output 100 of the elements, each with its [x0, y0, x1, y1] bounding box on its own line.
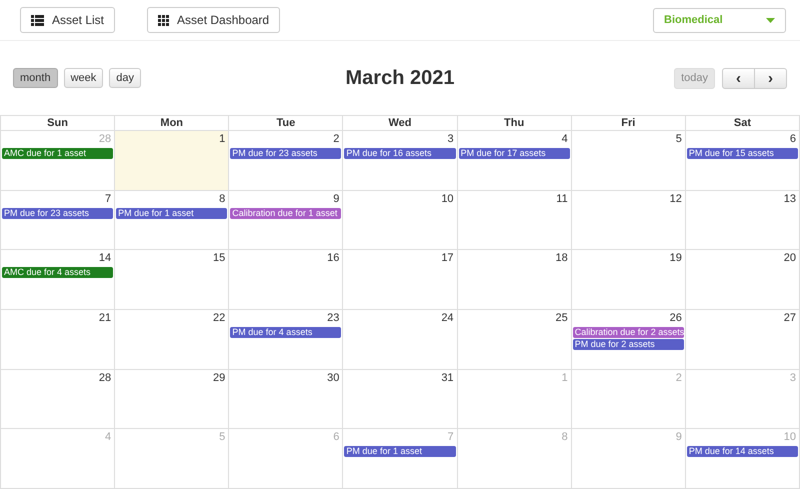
day-number: 29	[212, 370, 226, 386]
view-button[interactable]: month	[13, 68, 58, 88]
day-cell[interactable]: 30	[229, 370, 344, 430]
day-number: 2	[332, 132, 340, 147]
nav-button[interactable]: Asset List	[20, 7, 116, 33]
day-number: 22	[212, 311, 226, 326]
day-cell[interactable]: 27	[686, 310, 800, 370]
day-cell[interactable]: 18	[458, 250, 572, 310]
day-number: 24	[440, 311, 455, 326]
calendar-event[interactable]: PM due for 2 assets	[572, 339, 684, 350]
day-number: 4	[104, 430, 112, 446]
select-value: Biomedical	[664, 14, 723, 26]
day-number: 1	[218, 132, 226, 147]
list-icon	[31, 14, 44, 26]
calendar-event[interactable]: PM due for 17 assets	[458, 148, 570, 159]
day-number: 7	[446, 430, 455, 446]
day-cell[interactable]: 29	[115, 370, 230, 430]
calendar-event[interactable]: Calibration due for 2 assets	[572, 327, 684, 338]
day-number: 3	[788, 370, 797, 386]
day-cell[interactable]: 28 AMC due for 1 asset	[1, 131, 116, 191]
day-number: 13	[782, 192, 797, 207]
day-number: 9	[332, 192, 340, 207]
day-cell[interactable]: 31	[343, 370, 458, 430]
month-title: March 2021	[346, 66, 454, 90]
day-number: 26	[668, 311, 683, 326]
day-cell[interactable]: 23 PM due for 4 assets	[229, 310, 344, 370]
calendar-event[interactable]: Calibration due for 1 asset	[230, 208, 342, 219]
day-number: 7	[104, 192, 112, 207]
day-number: 6	[788, 132, 797, 147]
day-number: 25	[554, 311, 569, 326]
day-cell[interactable]: 21	[1, 310, 116, 370]
day-cell[interactable]: 4 PM due for 17 assets	[458, 131, 572, 191]
day-cell[interactable]: 1	[115, 131, 230, 191]
calendar-event[interactable]: PM due for 1 asset	[116, 208, 228, 219]
day-cell[interactable]: 14 AMC due for 4 assets	[1, 250, 116, 310]
next-button[interactable]: ›	[754, 68, 787, 88]
day-number: 16	[326, 251, 340, 266]
day-cell[interactable]: 6 PM due for 15 assets	[686, 131, 800, 191]
day-number: 21	[98, 311, 112, 326]
calendar-event[interactable]: PM due for 1 asset	[344, 446, 456, 458]
day-cell[interactable]: 8 PM due for 1 asset	[115, 190, 230, 250]
day-number: 14	[98, 251, 112, 266]
day-cell[interactable]: 25	[458, 310, 572, 370]
day-number: 1	[560, 370, 569, 386]
day-number: 20	[782, 251, 797, 266]
day-number: 17	[440, 251, 455, 266]
day-number: 19	[668, 251, 683, 266]
day-cell[interactable]: 3 PM due for 16 assets	[343, 131, 458, 191]
day-cell[interactable]: 22	[115, 310, 230, 370]
day-cell[interactable]: 2 PM due for 23 assets	[229, 131, 344, 191]
day-cell[interactable]: 10	[343, 190, 458, 250]
view-button[interactable]: day	[109, 68, 142, 88]
day-cell[interactable]: 16	[229, 250, 344, 310]
day-cell[interactable]: 9 Calibration due for 1 asset	[229, 190, 344, 250]
day-number: 30	[326, 370, 340, 386]
calendar-event[interactable]: PM due for 14 assets	[686, 446, 798, 458]
day-cell[interactable]: 20	[686, 250, 800, 310]
caret-icon	[766, 18, 775, 22]
day-cell[interactable]: 15	[115, 250, 230, 310]
day-number: 28	[98, 132, 112, 147]
grid-icon	[158, 14, 170, 26]
day-cell[interactable]: 5	[572, 131, 686, 191]
day-cell[interactable]: 17	[343, 250, 458, 310]
day-number: 5	[674, 132, 683, 147]
day-cell[interactable]: 24	[343, 310, 458, 370]
previous-button[interactable]: ‹	[722, 68, 755, 88]
day-number: 27	[782, 311, 797, 326]
day-number: 28	[98, 370, 112, 386]
day-cell[interactable]: 19	[572, 250, 686, 310]
view-button[interactable]: week	[64, 68, 104, 88]
day-cell[interactable]: 7 PM due for 1 asset	[343, 429, 458, 489]
day-number: 11	[555, 192, 569, 207]
calendar-event[interactable]: PM due for 23 assets	[230, 148, 342, 159]
day-cell[interactable]: 11	[458, 190, 572, 250]
day-number: 9	[674, 430, 683, 446]
day-number: 8	[218, 192, 226, 207]
calendar-event[interactable]: PM due for 4 assets	[230, 327, 342, 338]
day-cell[interactable]: 12	[572, 190, 686, 250]
day-number: 31	[440, 370, 455, 386]
day-cell[interactable]: 7 PM due for 23 assets	[1, 190, 116, 250]
calendar-event[interactable]: PM due for 23 assets	[2, 208, 114, 219]
day-number: 10	[782, 430, 797, 446]
day-number: 8	[560, 430, 569, 446]
nav-button[interactable]: Asset Dashboard	[147, 7, 280, 33]
calendar-event[interactable]: PM due for 16 assets	[344, 148, 456, 159]
calendar-event[interactable]: PM due for 15 assets	[686, 148, 798, 159]
calendar-event[interactable]: AMC due for 4 assets	[2, 267, 114, 278]
day-number: 10	[440, 192, 455, 207]
day-number: 5	[218, 430, 226, 446]
day-cell[interactable]: 13	[686, 190, 800, 250]
day-cell[interactable]: 28	[1, 370, 116, 430]
day-cell[interactable]: 26 Calibration due for 2 assets PM due for 2 assets	[572, 310, 686, 370]
day-number: 2	[674, 370, 683, 386]
day-number: 12	[668, 192, 683, 207]
day-cell[interactable]: 10 PM due for 14 assets	[686, 429, 800, 489]
day-number: 15	[212, 251, 226, 266]
calendar-event[interactable]: AMC due for 1 asset	[2, 148, 114, 159]
day-number: 23	[326, 311, 340, 326]
day-number: 18	[554, 251, 569, 266]
day-number: 4	[560, 132, 569, 147]
